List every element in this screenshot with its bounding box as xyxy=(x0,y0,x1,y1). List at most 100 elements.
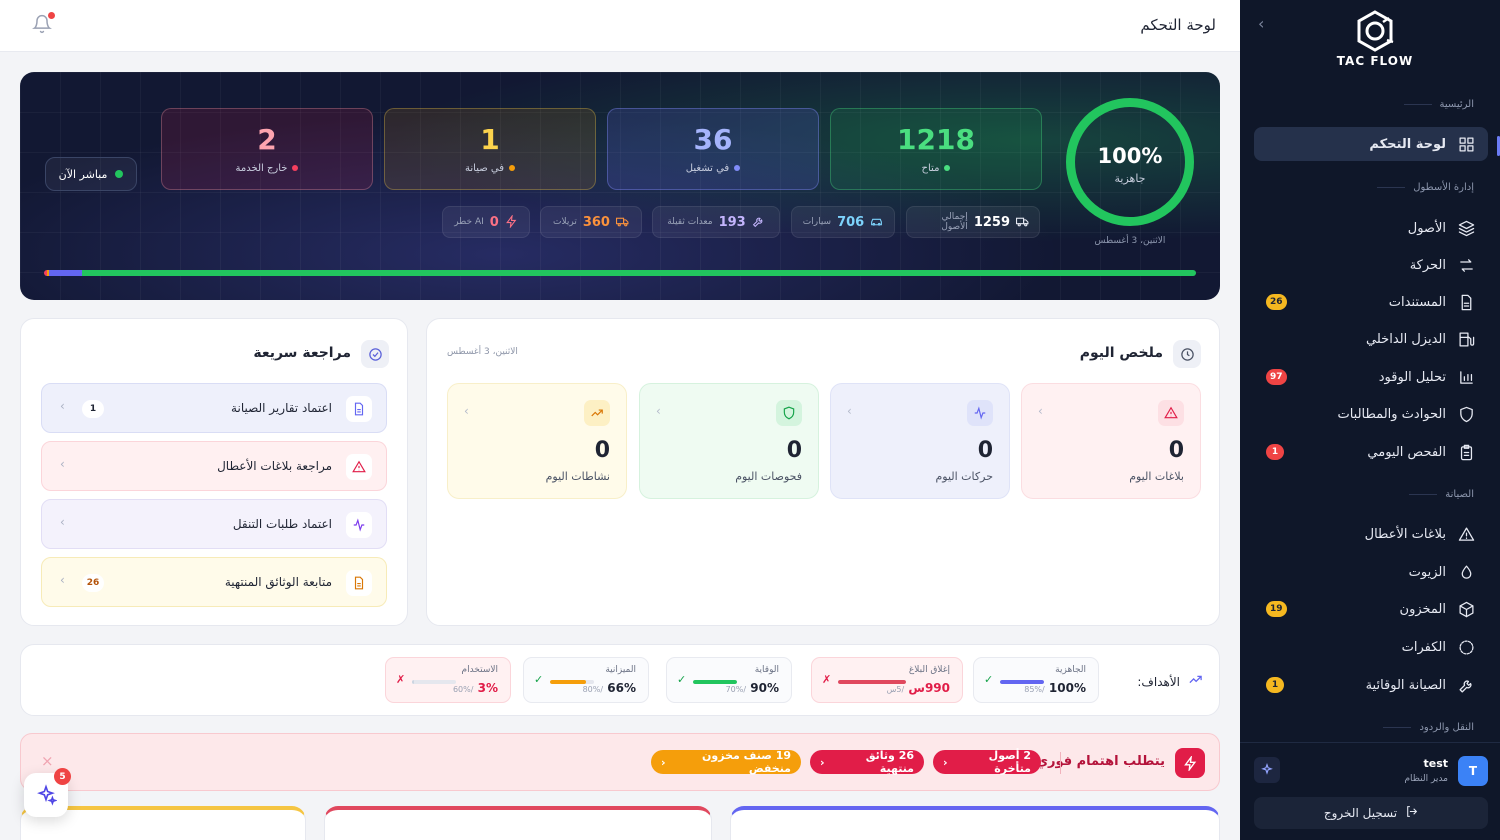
sidebar-item-label: الحركة xyxy=(1409,257,1446,273)
progress-maintenance xyxy=(46,270,49,276)
goals-card: الأهداف: الجاهزية 100% /85% ✓ إغلاق البلاغ 9… xyxy=(20,644,1220,716)
warning-icon xyxy=(346,454,372,480)
close-icon[interactable]: × xyxy=(41,752,54,770)
avatar[interactable]: T xyxy=(1458,756,1488,786)
bottom-card-3 xyxy=(730,806,1220,840)
quick-review-card: مراجعة سريعة اعتماد تقارير الصيانة 1 ‹ م… xyxy=(20,318,408,626)
stat-available-label: متاح xyxy=(831,163,1041,174)
stat-operating-value: 36 xyxy=(693,123,733,156)
urgent-attention-alert: يتطلب اهتمام فوري 2 أصول متأخرة ‹ 26 وثائ… xyxy=(20,733,1220,791)
shield-icon xyxy=(1456,404,1476,424)
progress-out-of-service xyxy=(44,270,47,276)
alert-pill-expired-documents[interactable]: 26 وثائق منتهية ‹ xyxy=(810,749,924,775)
sidebar-item-label: الفحص اليومي xyxy=(1367,444,1446,460)
chevron-left-icon: ‹ xyxy=(60,573,65,587)
progress-available xyxy=(82,270,1196,276)
today-box-value: 0 xyxy=(786,438,802,463)
sidebar-item[interactable]: الحوادث والمطالبات xyxy=(1254,397,1488,431)
today-box-label: بلاغات اليوم xyxy=(1129,470,1184,483)
file-icon xyxy=(346,396,372,422)
sidebar-item[interactable]: 19 المخزون xyxy=(1254,592,1488,626)
goal-progress-bar xyxy=(1000,680,1044,684)
chip-cars[interactable]: 706 سيارات xyxy=(791,206,895,238)
section-main: الرئيسية xyxy=(1403,99,1474,110)
goal-progress-bar xyxy=(838,680,906,684)
quick-review-title: مراجعة سريعة xyxy=(253,345,351,361)
today-box-activities[interactable]: ‹ 0 نشاطات اليوم xyxy=(447,383,627,499)
sidebar-item-badge: 26 xyxy=(1266,294,1287,310)
goal-value: 3% /60% xyxy=(452,681,498,695)
trailer-icon xyxy=(615,213,629,232)
progress-operating xyxy=(48,270,82,276)
goal-status-mark: ✓ xyxy=(984,673,994,686)
chip-total-assets[interactable]: 1259 إجمالي الأصول xyxy=(906,206,1040,238)
page-title: لوحة التحكم xyxy=(1140,16,1216,34)
today-box-inspections[interactable]: ‹ 0 فحوصات اليوم xyxy=(639,383,819,499)
review-item-fault-reports[interactable]: مراجعة بلاغات الأعطال ‹ xyxy=(41,441,387,491)
sidebar-item[interactable]: 1 الصيانة الوقائية xyxy=(1254,668,1488,702)
layers-icon xyxy=(1456,218,1476,238)
sidebar-item[interactable]: 26 المستندات xyxy=(1254,285,1488,319)
goals-header: الأهداف: xyxy=(1137,672,1203,691)
sidebar-item-label: المخزون xyxy=(1399,601,1446,617)
readiness-label: جاهزية xyxy=(1114,172,1146,185)
shield-icon xyxy=(776,400,802,426)
live-dot xyxy=(115,170,124,178)
sidebar-item[interactable]: الديزل الداخلي xyxy=(1254,322,1488,356)
sidebar-item[interactable]: بلاغات الأعطال xyxy=(1254,517,1488,551)
review-item-movement-requests[interactable]: اعتماد طلبات التنقل ‹ xyxy=(41,499,387,549)
goal-progress-bar xyxy=(550,680,594,684)
sparkles-icon[interactable] xyxy=(1254,757,1280,783)
fleet-overview-hero: 100% جاهزية الاثنين، 3 أغسطس 1218 متاح 3… xyxy=(20,72,1220,300)
alert-separator xyxy=(1060,752,1061,774)
review-item-expired-documents[interactable]: متابعة الوثائق المنتهية 26 ‹ xyxy=(41,557,387,607)
section-fleet: إدارة الأسطول xyxy=(1377,182,1474,193)
sidebar-item-label: الديزل الداخلي xyxy=(1366,331,1446,347)
chip-heavy-equipment-value: 193 xyxy=(718,214,746,230)
today-box-value: 0 xyxy=(594,438,610,463)
sidebar-item[interactable]: 1 الفحص اليومي xyxy=(1254,435,1488,469)
chip-heavy-equipment-label: معدات ثقيلة xyxy=(667,217,713,227)
today-box-value: 0 xyxy=(1168,438,1184,463)
chip-total-assets-label: إجمالي الأصول xyxy=(941,212,968,232)
sidebar-item[interactable]: 97 تحليل الوقود xyxy=(1254,360,1488,394)
stat-maintenance[interactable]: 1 في صيانة xyxy=(384,108,596,190)
sidebar-item[interactable]: لوحة التحكم xyxy=(1254,127,1488,161)
box-icon xyxy=(1456,599,1476,619)
stat-operating[interactable]: 36 في تشغيل xyxy=(607,108,819,190)
alert-pill-low-stock[interactable]: 19 صنف مخزون منخفض ‹ xyxy=(651,749,801,775)
review-item-label: اعتماد طلبات التنقل xyxy=(232,517,332,531)
sidebar-item[interactable]: الكفرات xyxy=(1254,630,1488,664)
check-circle-icon xyxy=(361,340,389,368)
chip-ai-risk[interactable]: 0 AI خطر xyxy=(442,206,530,238)
goal-progress-bar xyxy=(693,680,737,684)
ai-assistant-badge: 5 xyxy=(54,768,71,785)
stat-maintenance-value: 1 xyxy=(480,123,500,156)
goal-item: الميزانية 66% /80% ✓ xyxy=(523,657,649,703)
alert-title: يتطلب اهتمام فوري xyxy=(1036,754,1165,769)
today-box-value: 0 xyxy=(977,438,993,463)
today-summary-card: ملخص اليوم الاثنين، 3 أغسطس ‹ 0 بلاغات ا… xyxy=(426,318,1220,626)
review-item-badge: 1 xyxy=(82,400,104,418)
stat-available[interactable]: 1218 متاح xyxy=(830,108,1042,190)
logout-label: تسجيل الخروج xyxy=(1323,806,1398,820)
logout-button[interactable]: تسجيل الخروج xyxy=(1254,797,1488,829)
chip-trailers[interactable]: 360 تريلات xyxy=(540,206,642,238)
stat-out-of-service-label: خارج الخدمة xyxy=(162,163,372,174)
clock-icon xyxy=(1173,340,1201,368)
sidebar-item[interactable]: الزيوت xyxy=(1254,555,1488,589)
today-box-reports[interactable]: ‹ 0 بلاغات اليوم xyxy=(1021,383,1201,499)
section-transport: النقل والردود xyxy=(1383,722,1474,733)
sidebar-item[interactable]: الحركة xyxy=(1254,248,1488,282)
collapse-sidebar-icon[interactable]: ‹ xyxy=(1258,14,1264,33)
today-box-label: نشاطات اليوم xyxy=(545,470,610,483)
sidebar-item-label: الزيوت xyxy=(1408,564,1446,580)
stat-out-of-service[interactable]: 2 خارج الخدمة xyxy=(161,108,373,190)
sidebar-item[interactable]: الأصول xyxy=(1254,211,1488,245)
alert-pill-overdue-assets[interactable]: 2 أصول متأخرة ‹ xyxy=(933,749,1041,775)
chip-heavy-equipment[interactable]: 193 معدات ثقيلة xyxy=(652,206,780,238)
today-box-movements[interactable]: ‹ 0 حركات اليوم xyxy=(830,383,1010,499)
review-item-maintenance-reports[interactable]: اعتماد تقارير الصيانة 1 ‹ xyxy=(41,383,387,433)
readiness-value: 100% xyxy=(1097,144,1163,168)
chip-cars-label: سيارات xyxy=(802,217,832,227)
